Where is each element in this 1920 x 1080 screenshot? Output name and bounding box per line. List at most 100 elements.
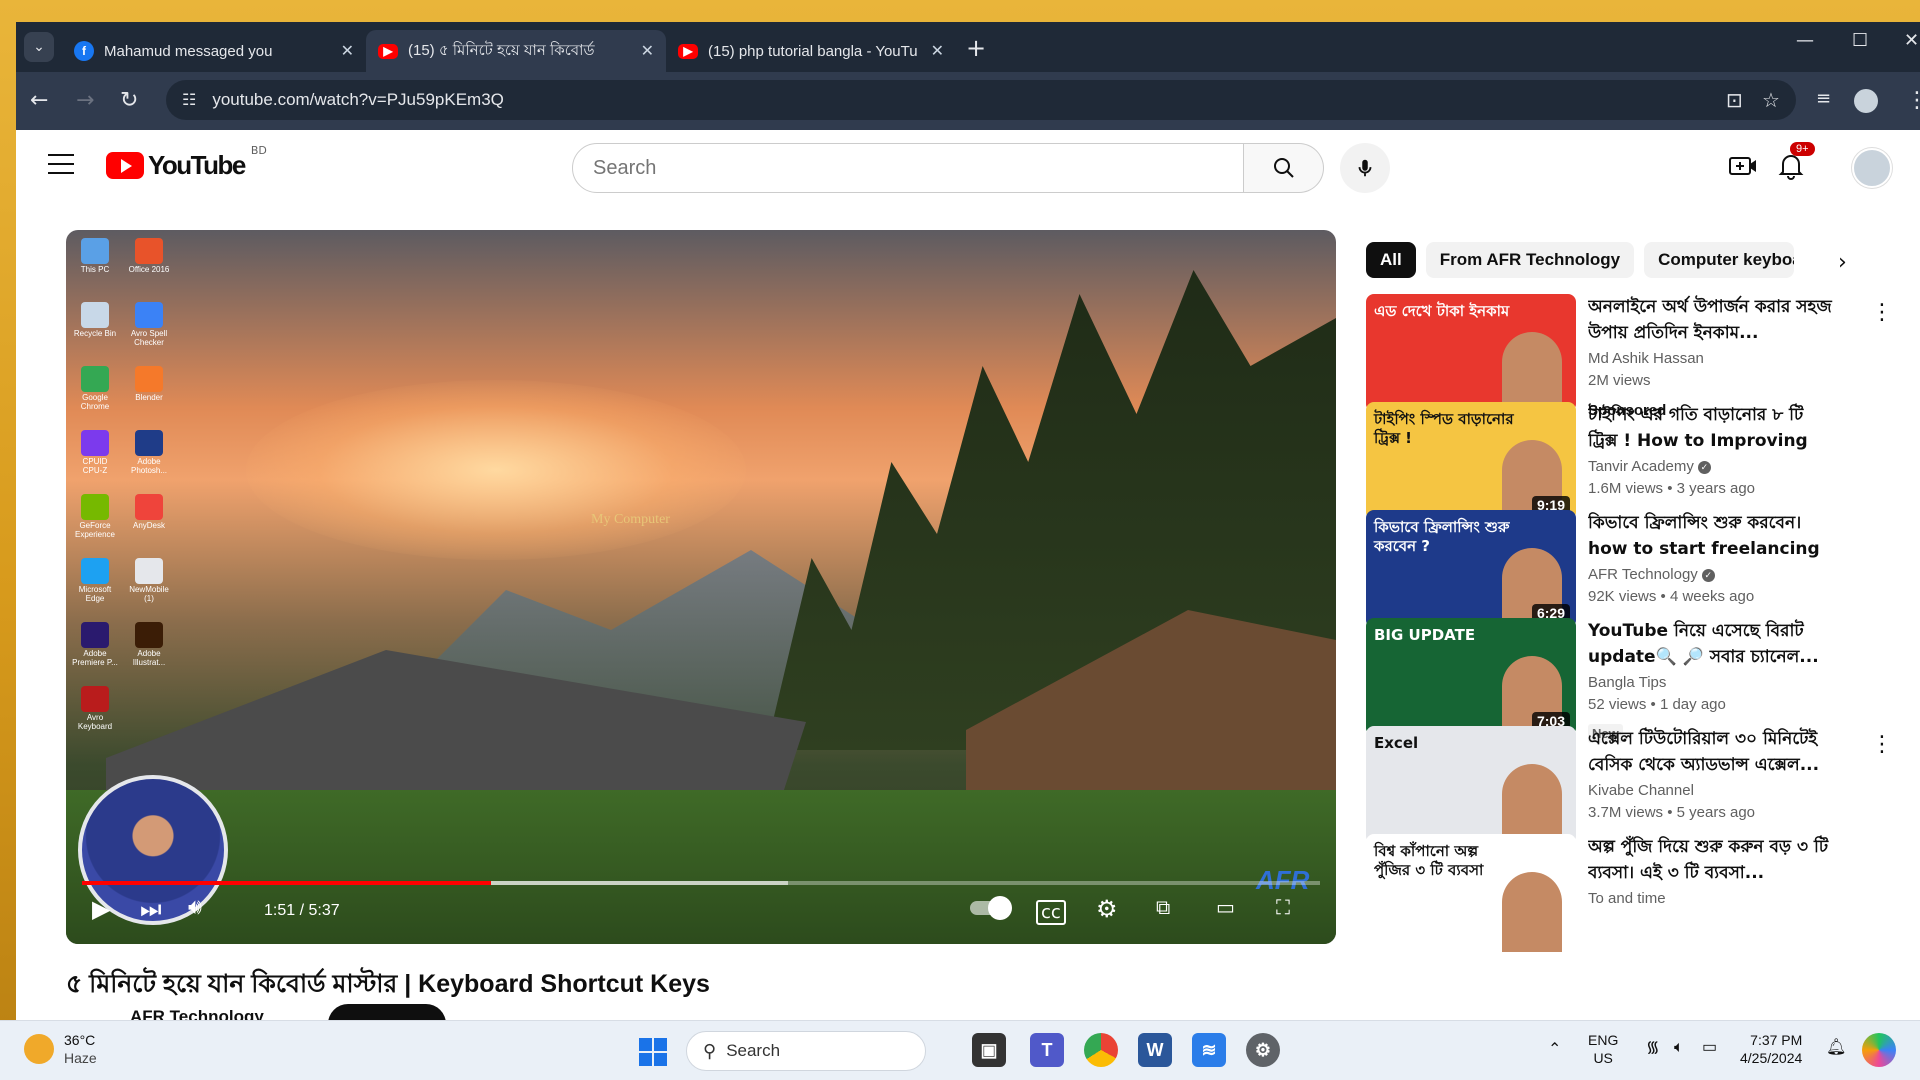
video-thumbnail[interactable]: BIG UPDATE 7:03 — [1366, 618, 1576, 736]
search-button[interactable] — [1244, 143, 1324, 193]
chip-all[interactable]: All — [1366, 242, 1416, 278]
channel-name[interactable]: AFR Technology ✓ — [1588, 566, 1715, 583]
close-window-button[interactable]: ✕ — [1904, 30, 1919, 51]
maximize-button[interactable]: ☐ — [1852, 30, 1868, 51]
settings-icon[interactable]: ⚙ — [1246, 1033, 1280, 1067]
autoplay-toggle[interactable] — [970, 896, 1012, 920]
video-title-link[interactable]: এক্সেল টিউটোরিয়াল ৩০ মিনিটেই বেসিক থেকে… — [1588, 726, 1838, 778]
channel-name[interactable]: AFR Technology — [130, 1007, 264, 1020]
monitor-app-icon[interactable]: ≋ — [1192, 1033, 1226, 1067]
recommendation-item[interactable]: বিশ্ব কাঁপানো অল্প পুঁজির ৩ টি ব্যবসা অল্… — [1366, 834, 1886, 954]
close-icon[interactable]: ✕ — [931, 41, 944, 61]
video-thumbnail[interactable]: Excel — [1366, 726, 1576, 844]
channel-name[interactable]: To and time — [1588, 890, 1666, 907]
teams-icon[interactable]: T — [1030, 1033, 1064, 1067]
miniplayer-icon[interactable]: ⧉ — [1156, 895, 1170, 919]
task-view-icon[interactable]: ▣ — [972, 1033, 1006, 1067]
forward-icon[interactable]: → — [76, 88, 94, 113]
video-title-link[interactable]: অনলাইনে অর্থ উপার্জন করার সহজ উপায় প্রত… — [1588, 294, 1838, 346]
recommendation-item[interactable]: Excel এক্সেল টিউটোরিয়াল ৩০ মিনিটেই বেসিক… — [1366, 726, 1893, 846]
youtube-logo[interactable]: YouTube BD — [106, 144, 267, 181]
language-indicator[interactable]: ENG US — [1588, 1031, 1618, 1067]
close-icon[interactable]: ✕ — [341, 41, 354, 61]
new-tab-button[interactable]: + — [966, 34, 986, 62]
weather-widget[interactable]: 36°C Haze — [24, 1031, 97, 1067]
create-video-icon[interactable] — [1728, 152, 1758, 184]
channel-name[interactable]: Bangla Tips — [1588, 674, 1666, 691]
logo-text: YouTube — [148, 150, 246, 180]
chrome-icon[interactable] — [1084, 1033, 1118, 1067]
play-icon[interactable]: ▶ — [92, 895, 110, 923]
copilot-icon[interactable] — [1862, 1033, 1896, 1067]
notification-center-icon[interactable]: 🔔︎ — [1826, 1039, 1846, 1057]
channel-name[interactable]: Tanvir Academy ✓ — [1588, 458, 1711, 475]
theater-mode-icon[interactable]: ▭ — [1216, 895, 1235, 919]
menu-icon[interactable] — [48, 154, 74, 174]
next-icon[interactable]: ⏭ — [140, 895, 162, 923]
captions-icon[interactable]: cc — [1036, 900, 1066, 925]
media-control-icon[interactable]: ≡ — [1816, 88, 1831, 109]
more-options-icon[interactable]: ⋮ — [1871, 732, 1893, 757]
shortcut-label: NewMobile (1) — [129, 585, 169, 603]
channel-label: Md Ashik Hassan — [1588, 350, 1704, 367]
tab-search-button[interactable]: ⌄ — [24, 32, 54, 62]
desktop-shortcut: Adobe Premiere P... — [72, 622, 118, 668]
chevron-right-icon[interactable]: › — [1838, 250, 1847, 275]
minimize-button[interactable]: — — [1796, 30, 1814, 51]
video-thumbnail[interactable]: কিভাবে ফ্রিলান্সিং শুরু করবেন ? 6:29 — [1366, 510, 1576, 628]
progress-bar[interactable] — [82, 881, 1320, 885]
clock[interactable]: 7:37 PM 4/25/2024 — [1740, 1031, 1802, 1067]
url-bar[interactable]: ☷ youtube.com/watch?v=PJu59pKEm3Q ⊡ ☆ — [166, 80, 1796, 120]
battery-icon[interactable]: ▭ — [1702, 1039, 1717, 1057]
wifi-icon[interactable]: ᯾ — [1646, 1039, 1660, 1057]
video-title-link[interactable]: কিভাবে ফ্রিলান্সিং শুরু করবেন। how to st… — [1588, 510, 1838, 562]
shortcut-label: This PC — [80, 265, 110, 274]
close-icon[interactable]: ✕ — [641, 41, 654, 61]
channel-name[interactable]: Kivabe Channel — [1588, 782, 1694, 799]
recommendation-item[interactable]: BIG UPDATE 7:03 YouTube নিয়ে এসেছে বিরাট … — [1366, 618, 1886, 743]
windows-start-icon[interactable] — [636, 1035, 670, 1069]
recommendation-item[interactable]: এড দেখে টাকা ইনকাম অনলাইনে অর্থ উপার্জন ক… — [1366, 294, 1893, 419]
video-title-link[interactable]: টাইপিং এর গতি বাড়ানোর ৮ টি ট্রিক্স ! Ho… — [1588, 402, 1838, 454]
chip-from-channel[interactable]: From AFR Technology — [1425, 242, 1635, 278]
voice-search-button[interactable] — [1340, 143, 1390, 193]
desktop-shortcut: Recycle Bin — [72, 302, 118, 339]
settings-gear-icon[interactable]: ⚙ — [1096, 895, 1118, 923]
volume-icon[interactable]: 🔊︎ — [188, 895, 202, 920]
search-input[interactable] — [593, 156, 1243, 180]
chip-computer-keyboard[interactable]: Computer keyboa — [1644, 242, 1795, 278]
video-title-link[interactable]: অল্প পুঁজি দিয়ে শুরু করুন বড় ৩ টি ব্যব… — [1588, 834, 1838, 886]
tab-facebook[interactable]: f Mahamud messaged you ✕ — [62, 30, 366, 72]
taskbar-search[interactable]: ⚲ Search — [686, 1031, 926, 1071]
video-thumbnail[interactable]: এড দেখে টাকা ইনকাম — [1366, 294, 1576, 412]
speaker-icon[interactable]: 🔈︎ — [1674, 1039, 1684, 1057]
recommendation-item[interactable]: টাইপিং স্পিড বাড়ানোর ট্রিক্স ! 9:19 টাইপি… — [1366, 402, 1886, 522]
menu-dots-icon[interactable]: ⋮ — [1906, 88, 1920, 113]
profile-avatar[interactable] — [1854, 89, 1878, 113]
chevron-up-icon[interactable]: ⌃ — [1548, 1041, 1561, 1059]
site-info-icon[interactable]: ☷ — [182, 90, 196, 110]
video-player[interactable]: This PC Office 2016 Recycle Bin Avro Spell … — [66, 230, 1336, 944]
tab-youtube-keyboard[interactable]: ▶ (15) ৫ মিনিটে হয়ে যান কিবোর্ড ✕ — [366, 30, 666, 72]
more-options-icon[interactable]: ⋮ — [1871, 300, 1893, 325]
reload-icon[interactable]: ↻ — [120, 88, 138, 113]
url-text[interactable]: youtube.com/watch?v=PJu59pKEm3Q — [212, 90, 504, 110]
back-icon[interactable]: ← — [30, 88, 48, 113]
bookmark-star-icon[interactable]: ☆ — [1762, 88, 1780, 113]
video-title-link[interactable]: YouTube নিয়ে এসেছে বিরাট update🔍 🔎 সবার… — [1588, 618, 1838, 670]
channel-name[interactable]: Md Ashik Hassan — [1588, 350, 1704, 367]
account-avatar[interactable] — [1852, 148, 1892, 188]
shortcut-label: CPUID CPU-Z — [82, 457, 108, 475]
video-thumbnail[interactable]: টাইপিং স্পিড বাড়ানোর ট্রিক্স ! 9:19 — [1366, 402, 1576, 520]
weather-icon — [24, 1034, 54, 1064]
search-box[interactable] — [572, 143, 1244, 193]
shortcut-label: Recycle Bin — [73, 329, 117, 338]
fullscreen-icon[interactable]: ⛶ — [1276, 895, 1290, 919]
video-thumbnail[interactable]: বিশ্ব কাঁপানো অল্প পুঁজির ৩ টি ব্যবসা — [1366, 834, 1576, 952]
word-icon[interactable]: W — [1138, 1033, 1172, 1067]
install-app-icon[interactable]: ⊡ — [1726, 88, 1743, 113]
tab-youtube-php[interactable]: ▶ (15) php tutorial bangla - YouTu ✕ — [666, 30, 956, 72]
notifications-bell-icon[interactable] — [1778, 152, 1804, 184]
recommendation-item[interactable]: কিভাবে ফ্রিলান্সিং শুরু করবেন ? 6:29 কিভাব… — [1366, 510, 1886, 630]
subscribe-button[interactable] — [328, 1004, 446, 1020]
